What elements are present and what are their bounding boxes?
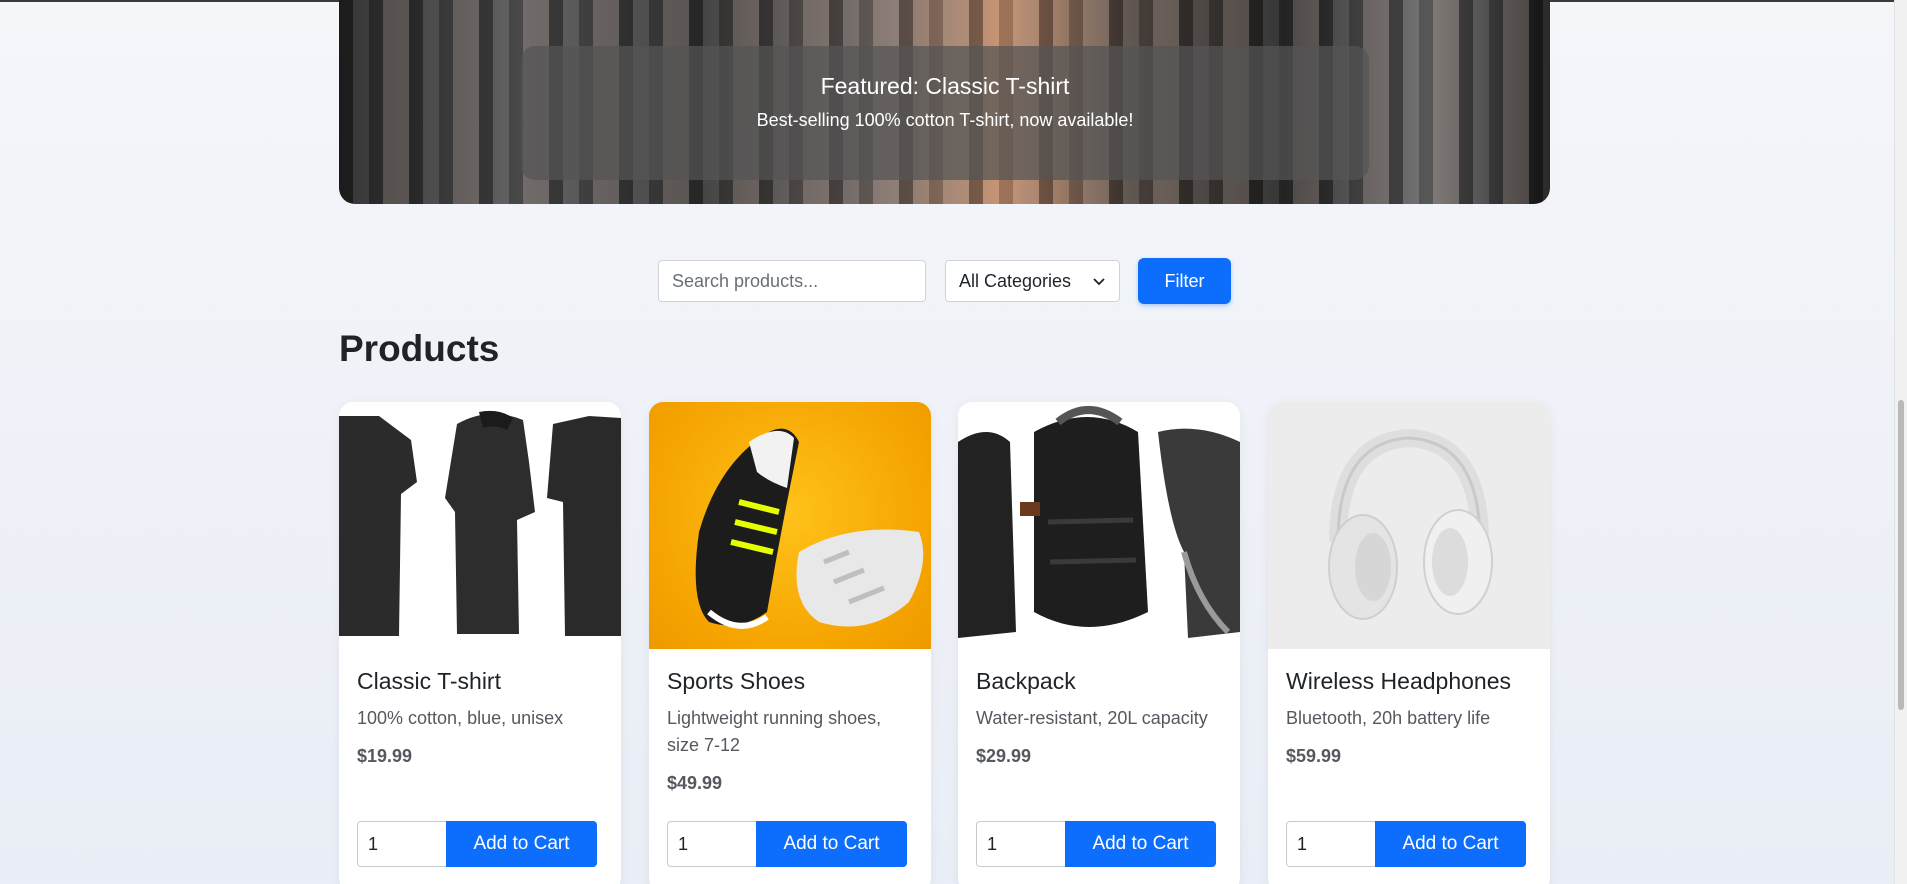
quantity-input[interactable] [976, 821, 1065, 867]
category-select[interactable]: All Categories [945, 260, 1120, 302]
product-description: Lightweight running shoes, size 7-12 [667, 708, 882, 755]
product-image-shoes [649, 402, 931, 649]
add-to-cart-button[interactable]: Add to Cart [1065, 821, 1216, 867]
product-card: Classic T-shirt 100% cotton, blue, unise… [339, 402, 621, 884]
product-name: Wireless Headphones [1286, 668, 1512, 694]
product-price: $59.99 [1286, 746, 1342, 766]
add-to-cart-button[interactable]: Add to Cart [756, 821, 907, 867]
search-input[interactable] [658, 260, 926, 302]
quantity-input[interactable] [357, 821, 446, 867]
featured-banner: Featured: Classic T-shirt Best-selling 1… [339, 0, 1550, 204]
product-description: Bluetooth, 20h battery life [1286, 708, 1491, 728]
product-image-backpack [958, 402, 1240, 649]
featured-title: Featured: Classic T-shirt [820, 73, 1070, 99]
cart-controls: Add to Cart [357, 821, 597, 867]
product-card: Wireless Headphones Bluetooth, 20h batte… [1268, 402, 1550, 884]
product-price: $29.99 [976, 746, 1032, 766]
quantity-input[interactable] [667, 821, 756, 867]
add-to-cart-button[interactable]: Add to Cart [1375, 821, 1526, 867]
product-image-tshirt [339, 402, 621, 649]
featured-subtitle: Best-selling 100% cotton T-shirt, now av… [756, 110, 1134, 130]
product-description: 100% cotton, blue, unisex [357, 708, 564, 728]
quantity-input[interactable] [1286, 821, 1375, 867]
page-scrollbar[interactable] [1894, 0, 1907, 884]
add-to-cart-button[interactable]: Add to Cart [446, 821, 597, 867]
product-image-headphones [1268, 402, 1550, 649]
scrollbar-thumb[interactable] [1898, 400, 1904, 710]
product-description: Water-resistant, 20L capacity [976, 708, 1208, 728]
product-name: Classic T-shirt [357, 668, 501, 694]
chevron-down-icon [1093, 278, 1105, 286]
product-name: Backpack [976, 668, 1076, 694]
product-price: $19.99 [357, 746, 413, 766]
filter-button[interactable]: Filter [1138, 258, 1231, 304]
products-heading: Products [339, 328, 500, 369]
cart-controls: Add to Cart [976, 821, 1216, 867]
category-select-value: All Categories [959, 270, 1072, 291]
product-price: $49.99 [667, 773, 723, 793]
product-card: Backpack Water-resistant, 20L capacity $… [958, 402, 1240, 884]
featured-caption: Featured: Classic T-shirt Best-selling 1… [521, 46, 1369, 180]
product-name: Sports Shoes [667, 668, 806, 694]
product-card: Sports Shoes Lightweight running shoes, … [649, 402, 931, 884]
cart-controls: Add to Cart [667, 821, 907, 867]
cart-controls: Add to Cart [1286, 821, 1526, 867]
